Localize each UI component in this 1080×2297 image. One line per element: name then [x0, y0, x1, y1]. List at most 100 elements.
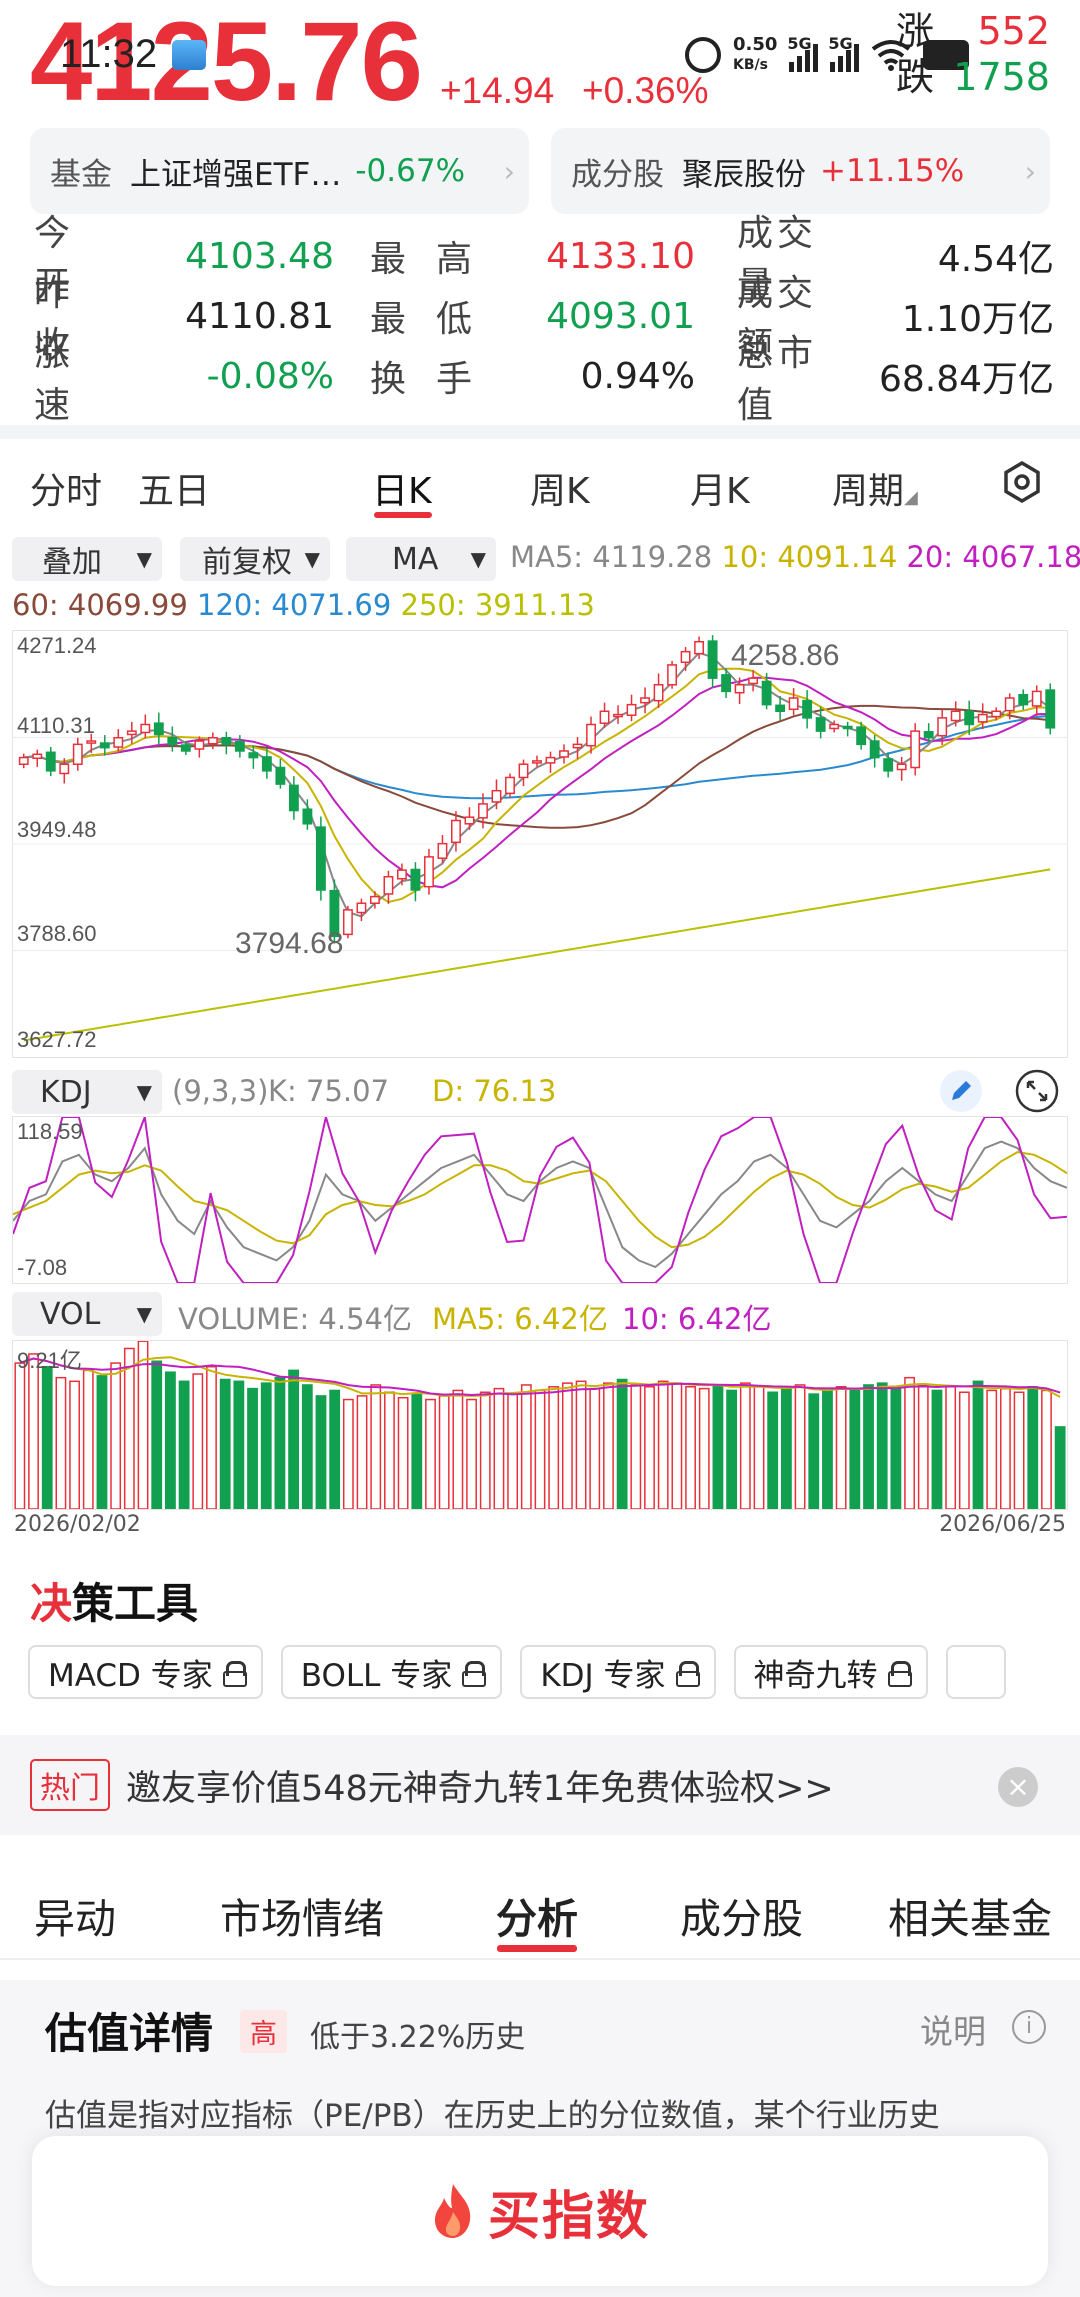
dropdown-icon: ▼ [136, 547, 152, 571]
volume-bar [123, 1347, 135, 1510]
valuation-badge: 高 [240, 2010, 287, 2053]
more-tool-button[interactable] [945, 1645, 1006, 1699]
stat-label: 最高 [370, 239, 503, 280]
volume-bar [849, 1387, 861, 1510]
volume-bar [808, 1393, 820, 1510]
adjust-select[interactable]: 前复权 ▼ [180, 537, 330, 581]
tab-movement[interactable]: 异动 [34, 1885, 116, 1945]
volume-bar [685, 1386, 696, 1510]
magic-nine-tool-button[interactable]: 神奇九转 [733, 1645, 928, 1699]
tab-analysis[interactable]: 分析 [496, 1885, 578, 1945]
candle-body [1004, 697, 1015, 712]
candle-body [315, 826, 326, 891]
candle-body [518, 763, 529, 779]
buy-button-label: 买指数 [487, 2186, 650, 2247]
candle-body [1045, 689, 1056, 729]
candle-body [910, 730, 921, 769]
volume-bar [315, 1395, 327, 1510]
candle-body [342, 909, 353, 936]
volume-bar [356, 1395, 368, 1510]
component-card[interactable]: 成分股 聚辰股份 +11.15% › [551, 128, 1050, 214]
ma20-value: 20: 4067.18 [906, 540, 1080, 574]
adjust-select-label: 前复权 [202, 545, 292, 580]
volume-bar [603, 1382, 614, 1510]
up-down-counts: 涨 552 跌 1758 [896, 8, 1050, 100]
volume-bar [1041, 1389, 1052, 1510]
candle-body [626, 703, 637, 716]
candle-body [734, 684, 745, 694]
valuation-title: 估值详情 [45, 2009, 214, 2058]
date-end: 2026/06/25 [939, 1512, 1066, 1537]
stat-value: 4133.10 [546, 235, 695, 277]
kdj-y-bottom: -7.08 [17, 1255, 68, 1280]
alarm-icon [685, 37, 721, 73]
kline-chart[interactable]: 4271.24 4110.31 3949.48 3788.60 3627.72 … [12, 630, 1068, 1058]
macd-tool-button[interactable]: MACD 专家 [28, 1645, 263, 1699]
boll-tool-button[interactable]: BOLL 专家 [280, 1645, 503, 1699]
candle-body [1018, 693, 1029, 706]
tab-underline [497, 1945, 577, 1952]
signal-icon: 5G [828, 34, 860, 72]
buy-index-button[interactable]: 买指数 [32, 2136, 1048, 2286]
volume-bar [206, 1365, 217, 1510]
tool-label: KDJ 专家 [540, 1657, 666, 1694]
overlay-select-label: 叠加 [42, 545, 102, 580]
volume-chart[interactable]: 9.21亿 [12, 1340, 1068, 1510]
candle-body [680, 650, 691, 664]
indicator-select-label: MA [392, 541, 439, 577]
volume-bar [958, 1391, 970, 1510]
tab-intraday[interactable]: 分时 [30, 462, 102, 514]
settings-icon[interactable] [1000, 460, 1044, 504]
y-tick: 3949.48 [17, 817, 97, 842]
caret-down-icon: ◢ [904, 487, 918, 508]
tab-five-day[interactable]: 五日 [138, 462, 210, 514]
tool-label: BOLL 专家 [300, 1657, 453, 1694]
stat-label: 最低 [370, 299, 503, 340]
tab-components[interactable]: 成分股 [680, 1885, 803, 1945]
volume-bar [917, 1384, 929, 1510]
tab-monthly-k[interactable]: 月K [690, 462, 750, 514]
info-icon[interactable]: i [1012, 2010, 1046, 2044]
vol-select[interactable]: VOL ▼ [12, 1292, 162, 1336]
volume-bar [342, 1398, 354, 1510]
tab-period[interactable]: 周期◢ [832, 462, 918, 514]
tab-sentiment[interactable]: 市场情绪 [220, 1885, 384, 1945]
promo-text: 邀友享价值548元神奇九转1年免费体验权>> [126, 1768, 834, 1809]
candle-body [86, 740, 97, 744]
tab-daily-k[interactable]: 日K [372, 462, 432, 514]
tab-weekly-k[interactable]: 周K [530, 462, 590, 514]
close-icon[interactable]: × [998, 1767, 1038, 1807]
edit-icon[interactable] [938, 1068, 984, 1114]
lock-icon [887, 1661, 912, 1687]
promo-banner[interactable]: 热门 邀友享价值548元神奇九转1年免费体验权>> × [0, 1735, 1080, 1835]
candle-body [991, 710, 1002, 718]
overlay-select[interactable]: 叠加 ▼ [12, 537, 162, 581]
kdj-tool-button[interactable]: KDJ 专家 [520, 1645, 716, 1699]
volume-bar [534, 1389, 546, 1510]
candle-body [478, 803, 488, 819]
volume-bar [1054, 1426, 1066, 1510]
volume-bar [739, 1382, 751, 1510]
kdj-chart[interactable]: 118.59 -7.08 [12, 1116, 1068, 1284]
tab-related-funds[interactable]: 相关基金 [888, 1885, 1052, 1945]
candle-body [923, 731, 934, 739]
fund-card[interactable]: 基金 上证增强ETF… -0.67% › [30, 128, 529, 214]
candle-body [545, 756, 556, 764]
indicator-select[interactable]: MA ▼ [346, 537, 496, 581]
kdj-select[interactable]: KDJ ▼ [12, 1070, 162, 1114]
tool-label: 神奇九转 [753, 1657, 878, 1694]
tab-period-label: 周期 [832, 471, 905, 512]
stat-label: 换手 [370, 359, 503, 400]
volume-bar [561, 1382, 573, 1510]
dropdown-icon: ▼ [136, 1302, 152, 1326]
explain-link[interactable]: 说明 [920, 2005, 986, 2053]
kdj-d-value: D: 76.13 [432, 1074, 557, 1108]
candle-body [126, 730, 137, 736]
ma20-line [23, 676, 1051, 889]
fullscreen-icon[interactable] [1014, 1068, 1060, 1114]
candle-body [302, 808, 313, 825]
dropdown-icon: ▼ [304, 547, 320, 571]
section-divider [0, 425, 1080, 439]
volume-bar [726, 1389, 738, 1510]
candle-body [194, 740, 205, 750]
